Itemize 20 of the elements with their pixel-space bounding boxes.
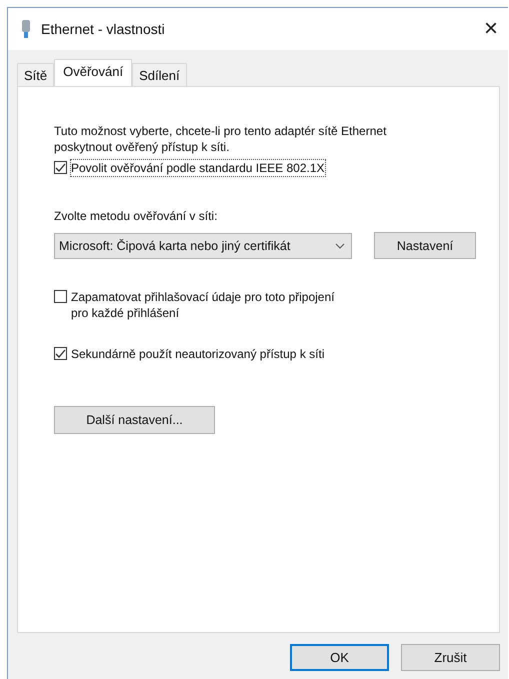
chevron-down-icon	[335, 242, 345, 248]
checkbox-label[interactable]: Zapamatovat přihlašovací údaje pro toto připojení pro každé přihlášení	[71, 289, 334, 321]
checkbox[interactable]	[54, 290, 67, 303]
checkbox[interactable]	[54, 347, 67, 360]
checkbox[interactable]	[54, 161, 67, 174]
network-adapter-icon	[21, 20, 31, 38]
more-settings-button[interactable]: Další nastavení...	[54, 406, 215, 434]
intro-text: Tuto možnost vyberte, chcete-li pro tento adaptér sítě Ethernet poskytnout ověřený přístup k síti.	[54, 123, 388, 155]
checkbox-label[interactable]: Povolit ověřování podle standardu IEEE 802.1X	[71, 160, 324, 176]
cancel-button[interactable]: Zrušit	[401, 644, 500, 671]
window-title: Ethernet - vlastnosti	[41, 21, 166, 37]
method-label: Zvolte metodu ověřování v síti:	[54, 209, 218, 223]
tab[interactable]: Ověřování	[54, 59, 132, 86]
settings-button[interactable]: Nastavení	[374, 232, 476, 259]
close-button[interactable]: ×	[484, 17, 498, 41]
checkbox-label[interactable]: Sekundárně použít neautorizovaný přístup k síti	[71, 346, 324, 362]
tab[interactable]: Sdílení	[132, 63, 187, 86]
tab[interactable]: Sítě	[17, 63, 54, 86]
ok-button[interactable]: OK	[290, 644, 389, 671]
method-dropdown[interactable]: Microsoft: Čipová karta nebo jiný certifikát	[54, 232, 352, 258]
